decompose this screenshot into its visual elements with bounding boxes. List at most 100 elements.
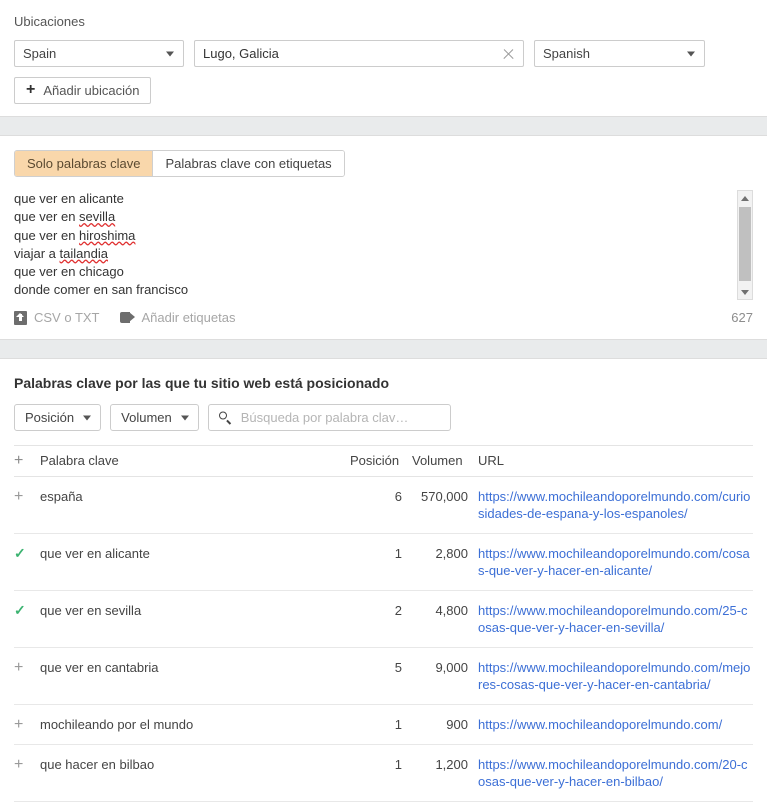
row-position: 1 bbox=[350, 744, 412, 802]
caret-down-icon[interactable] bbox=[738, 285, 752, 299]
keyword-search-wrap[interactable] bbox=[207, 404, 451, 431]
tab-keywords-only-label: Solo palabras clave bbox=[27, 156, 141, 171]
plus-icon[interactable]: + bbox=[14, 757, 23, 773]
keyword-line-text: que ver en alicante bbox=[14, 191, 124, 206]
plus-icon: + bbox=[26, 80, 36, 98]
keyword-line-text: viajar a bbox=[14, 245, 60, 261]
caret-up-icon[interactable] bbox=[738, 191, 752, 205]
table-header-row: + Palabra clave Posición Volumen URL bbox=[14, 445, 753, 477]
row-url-link[interactable]: https://www.mochileandoporelmundo.com/cu… bbox=[478, 489, 750, 521]
row-url-cell: https://www.mochileandoporelmundo.com/co… bbox=[478, 533, 753, 591]
table-row: + que ver en cantabria 5 9,000 https://w… bbox=[14, 647, 753, 705]
language-select-value: Spanish bbox=[543, 46, 590, 61]
row-volume: 9,000 bbox=[412, 647, 478, 705]
row-url-link[interactable]: https://www.mochileandoporelmundo.com/co… bbox=[478, 546, 750, 578]
row-url-cell: https://www.mochileandoporelmundo.com/20… bbox=[478, 744, 753, 802]
country-select[interactable]: Spain bbox=[14, 40, 184, 67]
row-position: 2 bbox=[350, 590, 412, 648]
filter-position-label: Posición bbox=[25, 410, 75, 425]
keyword-line: que ver en sevilla bbox=[14, 208, 713, 226]
row-add-cell[interactable]: + bbox=[14, 704, 40, 745]
keyword-textarea-scrollbar[interactable] bbox=[737, 190, 753, 300]
chevron-down-icon bbox=[83, 415, 92, 420]
header-position[interactable]: Posición bbox=[350, 445, 412, 477]
keyword-textarea-area: que ver en alicante que ver en sevilla q… bbox=[14, 190, 753, 300]
upload-icon bbox=[14, 310, 27, 325]
plus-icon[interactable]: + bbox=[14, 660, 23, 676]
table-row: + mochileando por el mundo 1 900 https:/… bbox=[14, 704, 753, 745]
language-select[interactable]: Spanish bbox=[534, 40, 705, 67]
row-add-cell[interactable]: + bbox=[14, 647, 40, 705]
add-tags-button[interactable]: Añadir etiquetas bbox=[119, 310, 236, 325]
add-location-button[interactable]: + Añadir ubicación bbox=[14, 77, 152, 104]
ranked-keywords-section: Palabras clave por las que tu sitio web … bbox=[0, 359, 767, 802]
row-keyword: españa bbox=[40, 476, 350, 534]
check-icon[interactable]: ✓ bbox=[14, 546, 26, 561]
keyword-line: que ver en hiroshima bbox=[14, 227, 713, 245]
filter-position-button[interactable]: Posición bbox=[14, 404, 102, 431]
city-input-value: Lugo, Galicia bbox=[203, 46, 279, 61]
row-url-link[interactable]: https://www.mochileandoporelmundo.com/ bbox=[478, 717, 722, 732]
header-url[interactable]: URL bbox=[478, 445, 753, 477]
keyword-line-misspelled: tailandia bbox=[59, 245, 108, 261]
header-add-all[interactable]: + bbox=[14, 445, 40, 477]
row-keyword: que ver en cantabria bbox=[40, 647, 350, 705]
header-keyword[interactable]: Palabra clave bbox=[40, 445, 350, 477]
row-url-cell: https://www.mochileandoporelmundo.com/25… bbox=[478, 590, 753, 648]
tag-icon bbox=[119, 312, 135, 323]
row-volume: 570,000 bbox=[412, 476, 478, 534]
keyword-line: viajar a tailandia bbox=[14, 245, 713, 263]
plus-icon[interactable]: + bbox=[14, 717, 23, 733]
row-volume: 4,800 bbox=[412, 590, 478, 648]
row-url-link[interactable]: https://www.mochileandoporelmundo.com/20… bbox=[478, 757, 748, 789]
row-add-cell[interactable]: ✓ bbox=[14, 533, 40, 591]
check-icon[interactable]: ✓ bbox=[14, 603, 26, 618]
section-divider-band bbox=[0, 116, 767, 136]
row-add-cell[interactable]: ✓ bbox=[14, 590, 40, 648]
keyword-search-input[interactable] bbox=[238, 409, 442, 426]
locations-label: Ubicaciones bbox=[14, 14, 85, 29]
keyword-line-text: donde comer en san francisco bbox=[14, 282, 189, 298]
row-url-cell: https://www.mochileandoporelmundo.com/me… bbox=[478, 647, 753, 705]
row-url-link[interactable]: https://www.mochileandoporelmundo.com/25… bbox=[478, 603, 748, 635]
filter-volume-button[interactable]: Volumen bbox=[110, 404, 199, 431]
row-url-link[interactable]: https://www.mochileandoporelmundo.com/me… bbox=[478, 660, 750, 692]
keyword-line: donde comer en san francisco bbox=[14, 281, 713, 299]
keyword-line: que ver en alicante bbox=[14, 190, 713, 208]
table-row: + que hacer en bilbao 1 1,200 https://ww… bbox=[14, 744, 753, 802]
row-position: 1 bbox=[350, 533, 412, 591]
keyword-textarea[interactable]: que ver en alicante que ver en sevilla q… bbox=[14, 190, 753, 300]
row-keyword: que ver en alicante bbox=[40, 533, 350, 591]
keyword-line-misspelled: sevilla bbox=[79, 209, 116, 225]
tab-keywords-with-tags-label: Palabras clave con etiquetas bbox=[165, 156, 332, 171]
scrollbar-thumb[interactable] bbox=[739, 207, 751, 281]
keyword-line-text: que ver en bbox=[14, 227, 80, 243]
filter-volume-label: Volumen bbox=[121, 410, 172, 425]
plus-icon[interactable]: + bbox=[14, 489, 23, 505]
tab-keywords-only[interactable]: Solo palabras clave bbox=[15, 151, 154, 176]
upload-csv-txt-button[interactable]: CSV o TXT bbox=[14, 310, 100, 325]
header-volume[interactable]: Volumen bbox=[412, 445, 478, 477]
add-location-label: Añadir ubicación bbox=[43, 83, 140, 98]
row-add-cell[interactable]: + bbox=[14, 744, 40, 802]
row-keyword: que ver en sevilla bbox=[40, 590, 350, 648]
upload-csv-txt-label: CSV o TXT bbox=[34, 310, 100, 325]
row-position: 5 bbox=[350, 647, 412, 705]
search-icon bbox=[218, 411, 232, 425]
plus-icon: + bbox=[14, 452, 24, 469]
filter-row: Posición Volumen bbox=[14, 404, 753, 431]
country-select-value: Spain bbox=[23, 46, 57, 61]
row-url-cell: https://www.mochileandoporelmundo.com/cu… bbox=[478, 476, 753, 534]
tab-keywords-with-tags[interactable]: Palabras clave con etiquetas bbox=[153, 151, 344, 176]
row-keyword: que hacer en bilbao bbox=[40, 744, 350, 802]
row-volume: 900 bbox=[412, 704, 478, 745]
close-icon[interactable] bbox=[502, 47, 515, 60]
keyword-line-text: que ver en bbox=[14, 209, 80, 225]
row-add-cell[interactable]: + bbox=[14, 476, 40, 534]
location-row: Spain Lugo, Galicia Spanish bbox=[14, 40, 753, 67]
city-input[interactable]: Lugo, Galicia bbox=[194, 40, 524, 67]
row-volume: 1,200 bbox=[412, 744, 478, 802]
add-tags-label: Añadir etiquetas bbox=[141, 310, 236, 325]
ranked-keywords-table: + Palabra clave Posición Volumen URL + e… bbox=[14, 445, 753, 802]
row-position: 1 bbox=[350, 704, 412, 745]
